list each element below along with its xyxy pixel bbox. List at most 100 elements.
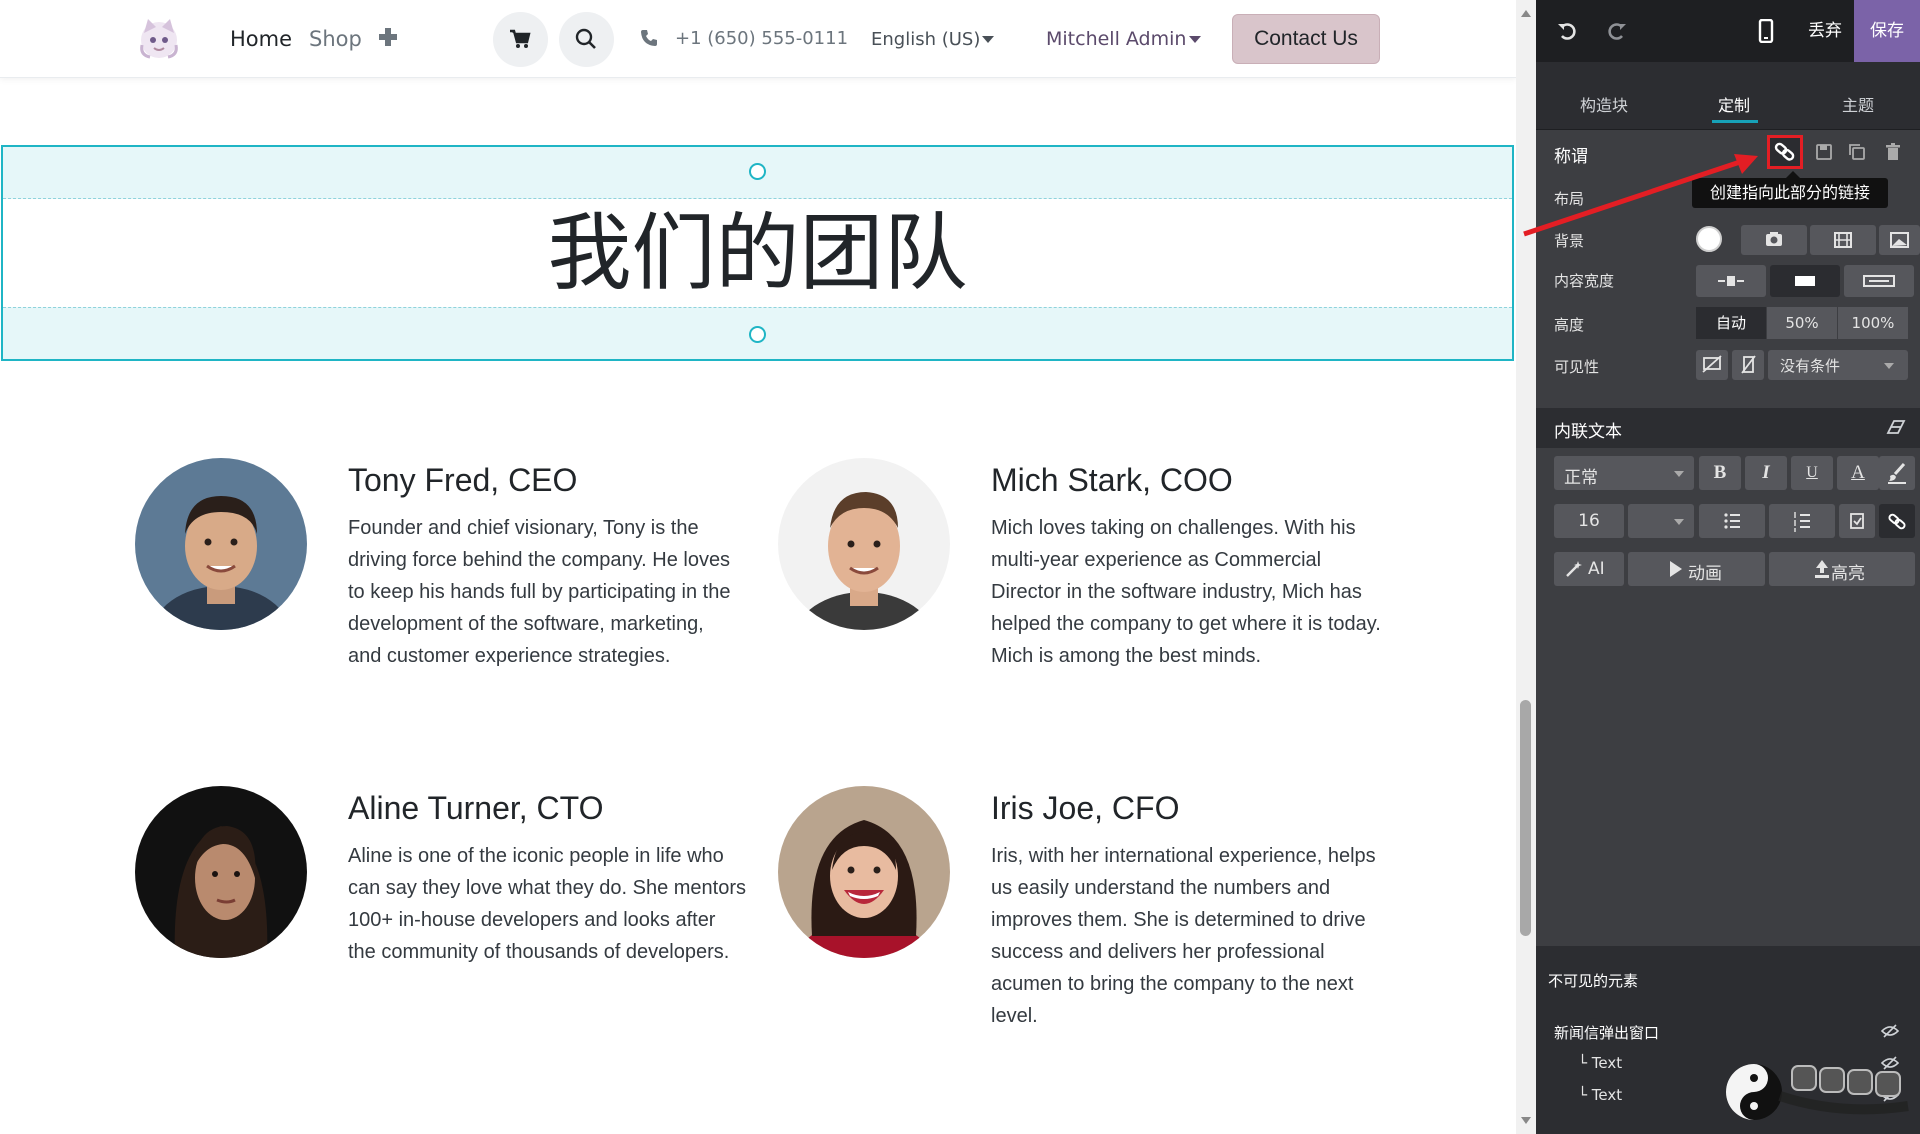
avatar-aline[interactable]: [135, 786, 307, 958]
caret-down-icon: [1884, 363, 1894, 369]
search-icon: [575, 28, 596, 49]
background-label: 背景: [1554, 232, 1585, 250]
editor-tabs: 构造块 定制 主题: [1536, 62, 1920, 130]
font-size-dropdown[interactable]: [1628, 504, 1694, 538]
snippet-options-header: 称谓: [1536, 134, 1920, 170]
italic-button[interactable]: I: [1745, 456, 1787, 490]
underline-button[interactable]: U: [1791, 456, 1833, 490]
anchor-link-button[interactable]: [1767, 135, 1803, 169]
checklist-button[interactable]: [1839, 504, 1875, 538]
height-auto-option[interactable]: 自动: [1696, 307, 1766, 339]
scroll-up-arrow-icon[interactable]: [1521, 10, 1531, 17]
page-scrollbar[interactable]: [1516, 0, 1536, 1134]
top-navbar: Home Shop +1 (650) 555-0111 English (US)…: [0, 0, 1516, 78]
member-name[interactable]: Mich Stark, COO: [991, 460, 1233, 500]
inline-text-title: 内联文本: [1554, 422, 1622, 442]
numbered-list-button[interactable]: [1769, 504, 1835, 538]
visibility-condition-select[interactable]: 没有条件: [1768, 350, 1908, 380]
film-icon: [1834, 232, 1852, 248]
background-video-button[interactable]: [1810, 225, 1876, 255]
ai-button[interactable]: AI: [1554, 552, 1624, 586]
paragraph-style-select[interactable]: 正常: [1554, 456, 1694, 490]
tab-customize[interactable]: 定制: [1718, 92, 1750, 116]
contact-us-button[interactable]: Contact Us: [1232, 14, 1380, 64]
paint-brush-icon: [1888, 462, 1906, 484]
editor-topbar: 丢弃 保存: [1536, 0, 1920, 62]
width-regular-button[interactable]: [1770, 265, 1840, 297]
editor-sidebar: 丢弃 保存 构造块 定制 主题 称谓 布局 背景 内容宽度 高度 可见性 自动 …: [1536, 0, 1920, 1134]
section-title[interactable]: 我们的团队: [3, 199, 1512, 307]
bold-button[interactable]: B: [1699, 456, 1741, 490]
font-color-button[interactable]: A: [1837, 456, 1879, 490]
narrow-width-icon: [1718, 276, 1744, 286]
member-description[interactable]: Founder and chief visionary, Tony is the…: [348, 512, 740, 672]
undo-icon[interactable]: [1556, 19, 1580, 43]
highlight-button[interactable]: 高亮: [1769, 552, 1915, 586]
member-name[interactable]: Tony Fred, CEO: [348, 460, 577, 500]
background-image-button[interactable]: [1741, 225, 1807, 255]
magic-wand-icon: [1566, 561, 1582, 577]
height-100-option[interactable]: 100%: [1838, 307, 1908, 339]
visibility-condition-value: 没有条件: [1780, 357, 1841, 375]
nav-shop-link[interactable]: Shop: [309, 26, 362, 52]
scrollbar-thumb[interactable]: [1520, 700, 1531, 936]
mobile-preview-icon[interactable]: [1758, 19, 1774, 43]
hide-on-mobile-button[interactable]: [1732, 350, 1764, 380]
delete-icon[interactable]: [1883, 142, 1903, 162]
checklist-icon: [1850, 513, 1864, 529]
user-menu[interactable]: Mitchell Admin: [1046, 28, 1186, 50]
avatar-tony[interactable]: [135, 458, 307, 630]
discard-button[interactable]: 丢弃: [1797, 0, 1853, 62]
desktop-hidden-icon: [1702, 355, 1722, 373]
save-button[interactable]: 保存: [1854, 0, 1920, 62]
language-selector[interactable]: English (US): [871, 29, 980, 50]
eraser-icon[interactable]: [1886, 419, 1906, 435]
selected-title-section[interactable]: 我们的团队: [1, 145, 1514, 361]
save-snippet-icon[interactable]: [1814, 142, 1834, 162]
member-description[interactable]: Iris, with her international experience,…: [991, 840, 1386, 1032]
background-shape-button[interactable]: [1879, 225, 1920, 255]
cart-button[interactable]: [493, 12, 548, 67]
member-description[interactable]: Mich loves taking on challenges. With hi…: [991, 512, 1391, 672]
animation-button[interactable]: 动画: [1628, 552, 1765, 586]
avatar-iris[interactable]: [778, 786, 950, 958]
caret-down-icon[interactable]: [982, 36, 994, 43]
invisible-item[interactable]: └ Text: [1578, 1054, 1622, 1072]
tab-theme[interactable]: 主题: [1842, 92, 1874, 116]
tab-blocks[interactable]: 构造块: [1580, 92, 1628, 116]
highlight-color-button[interactable]: [1879, 456, 1915, 490]
width-full-button[interactable]: [1844, 265, 1914, 297]
scroll-down-arrow-icon[interactable]: [1521, 1117, 1531, 1124]
resize-handle-top[interactable]: [749, 163, 766, 180]
site-logo[interactable]: [134, 13, 184, 63]
invisible-item[interactable]: └ Text: [1578, 1086, 1622, 1104]
member-description[interactable]: Aline is one of the iconic people in lif…: [348, 840, 748, 968]
nav-home-link[interactable]: Home: [230, 26, 292, 52]
plus-icon[interactable]: [377, 26, 399, 48]
numbered-list-icon: [1794, 512, 1810, 532]
content-width-label: 内容宽度: [1554, 272, 1615, 290]
eye-slash-icon[interactable]: [1881, 1024, 1899, 1038]
avatar-mich[interactable]: [778, 458, 950, 630]
bulleted-list-button[interactable]: [1699, 504, 1765, 538]
height-50-option[interactable]: 50%: [1767, 307, 1837, 339]
resize-handle-bottom[interactable]: [749, 326, 766, 343]
caret-down-icon[interactable]: [1189, 36, 1201, 43]
font-size-input[interactable]: 16: [1554, 504, 1624, 538]
background-color-swatch[interactable]: [1696, 226, 1722, 252]
invisible-item[interactable]: 新闻信弹出窗口: [1554, 1022, 1659, 1043]
camera-icon: [1766, 232, 1782, 246]
member-name[interactable]: Iris Joe, CFO: [991, 788, 1179, 828]
width-small-button[interactable]: [1696, 265, 1766, 297]
search-button[interactable]: [559, 12, 614, 67]
member-name[interactable]: Aline Turner, CTO: [348, 788, 604, 828]
duplicate-icon[interactable]: [1847, 142, 1867, 162]
highlighter-icon: [1815, 560, 1829, 578]
paragraph-style-value: 正常: [1564, 468, 1598, 488]
phone-number[interactable]: +1 (650) 555-0111: [675, 28, 848, 49]
highlight-label: 高亮: [1831, 564, 1865, 584]
hide-on-desktop-button[interactable]: [1696, 350, 1728, 380]
redo-icon[interactable]: [1604, 19, 1628, 43]
animation-label: 动画: [1688, 564, 1722, 584]
insert-link-button[interactable]: [1879, 504, 1915, 538]
